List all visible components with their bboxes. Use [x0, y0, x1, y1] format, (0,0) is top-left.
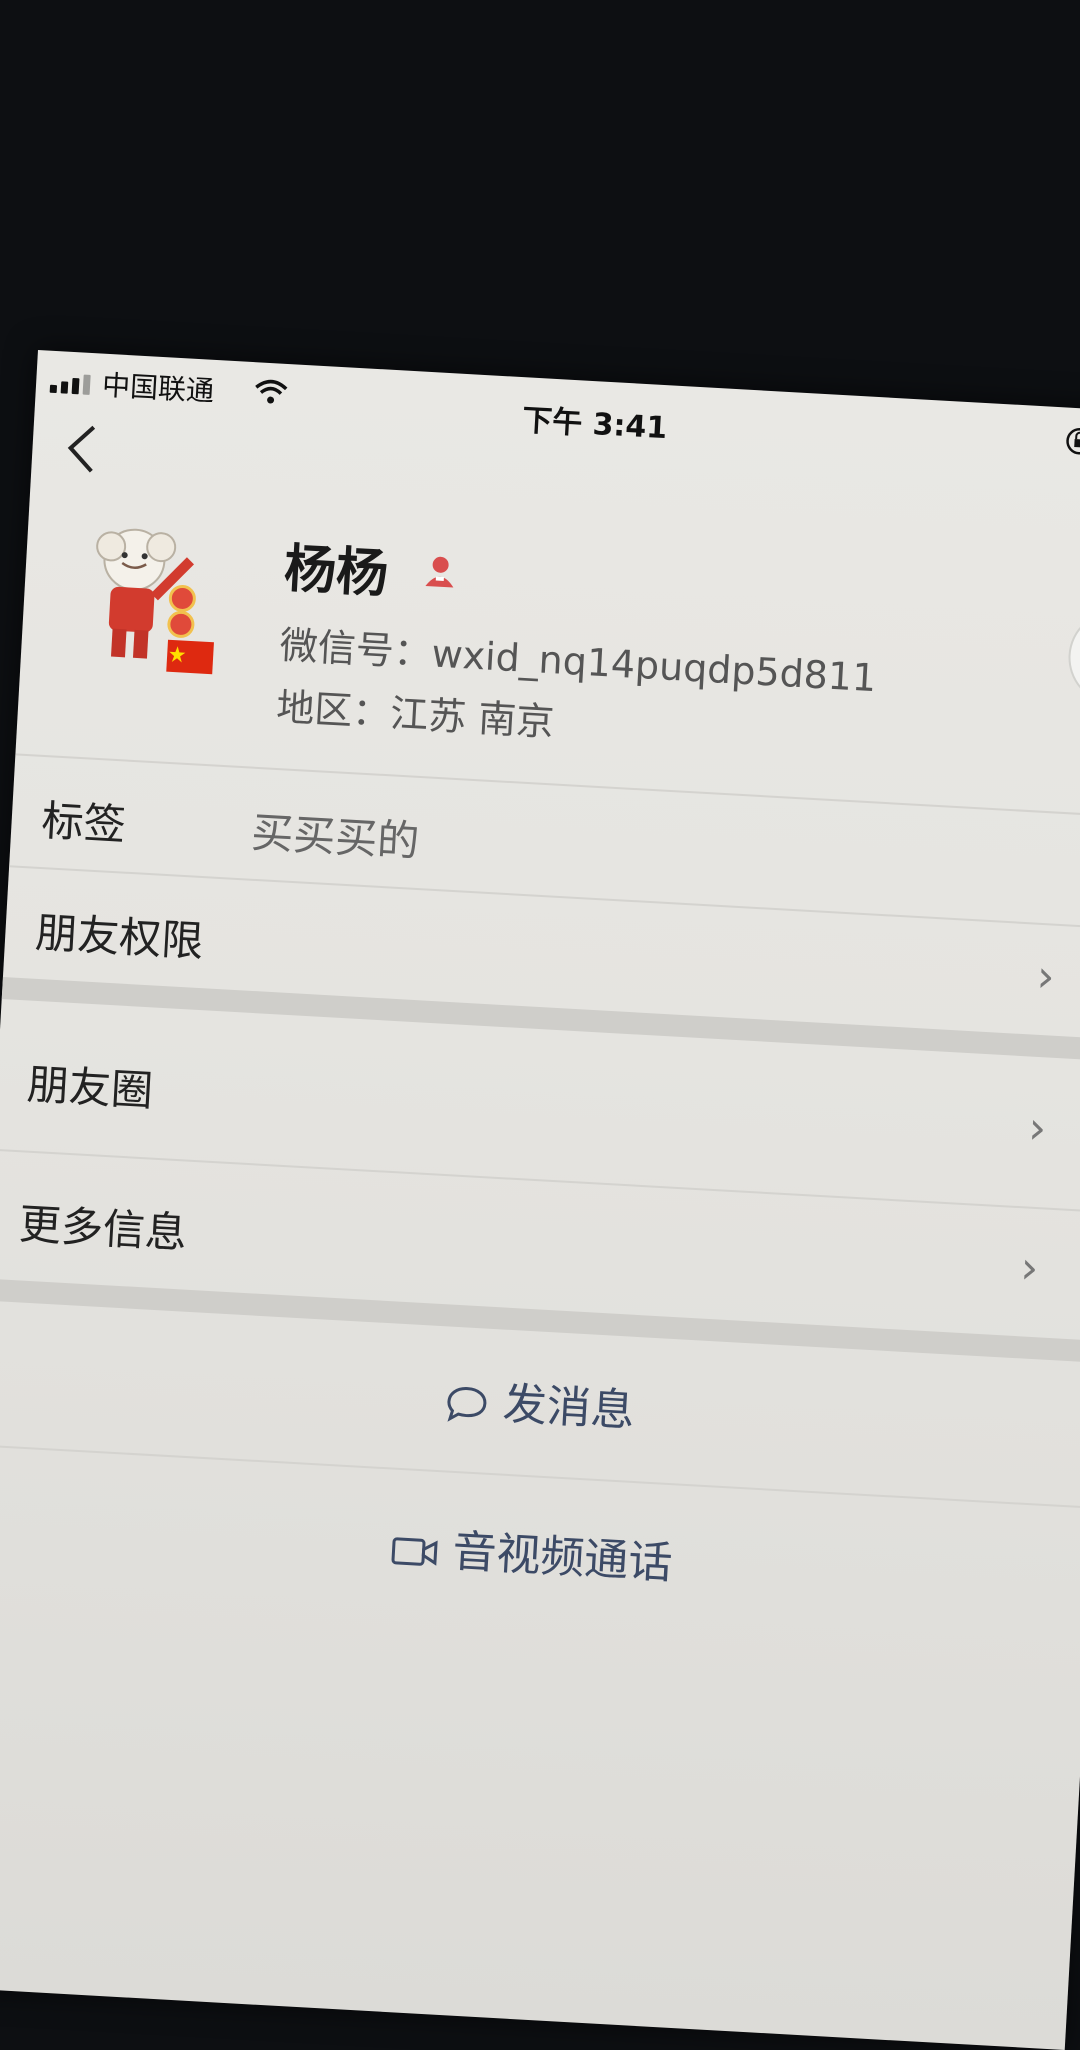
side-action-button[interactable]: X: [1065, 608, 1080, 708]
chevron-right-icon: ›: [1019, 1242, 1040, 1295]
tag-label: 标签: [40, 795, 127, 850]
region: 地区：江苏 南京: [275, 684, 556, 745]
video-call-label: 音视频通话: [451, 1526, 674, 1590]
rotation-lock-icon: [1063, 425, 1080, 461]
video-camera-icon: [391, 1537, 438, 1566]
chat-bubble-icon: [447, 1387, 487, 1422]
contact-name: 杨杨: [282, 539, 390, 605]
send-message-button[interactable]: 发消息: [0, 1338, 1080, 1464]
chevron-right-icon: ›: [1027, 1102, 1048, 1155]
status-bar: 中国联通 下午 3:41: [34, 350, 1080, 476]
status-time: 下午 3:41: [521, 403, 669, 447]
avatar[interactable]: [66, 514, 235, 683]
send-message-label: 发消息: [501, 1378, 637, 1437]
phone-screen: 中国联通 下午 3:41 杨杨 微信号：wxid_nq14puqdp5d811 …: [0, 350, 1080, 2050]
tag-value: 买买买的: [250, 807, 421, 867]
friend-permissions-label: 朋友权限: [34, 907, 205, 967]
more-info-label: 更多信息: [17, 1199, 189, 1258]
video-call-button[interactable]: 音视频通话: [0, 1488, 1080, 1614]
moments-label: 朋友圈: [25, 1059, 155, 1116]
female-user-icon: [421, 552, 459, 594]
chevron-right-icon: ›: [1035, 950, 1056, 1003]
back-button[interactable]: [63, 422, 100, 485]
